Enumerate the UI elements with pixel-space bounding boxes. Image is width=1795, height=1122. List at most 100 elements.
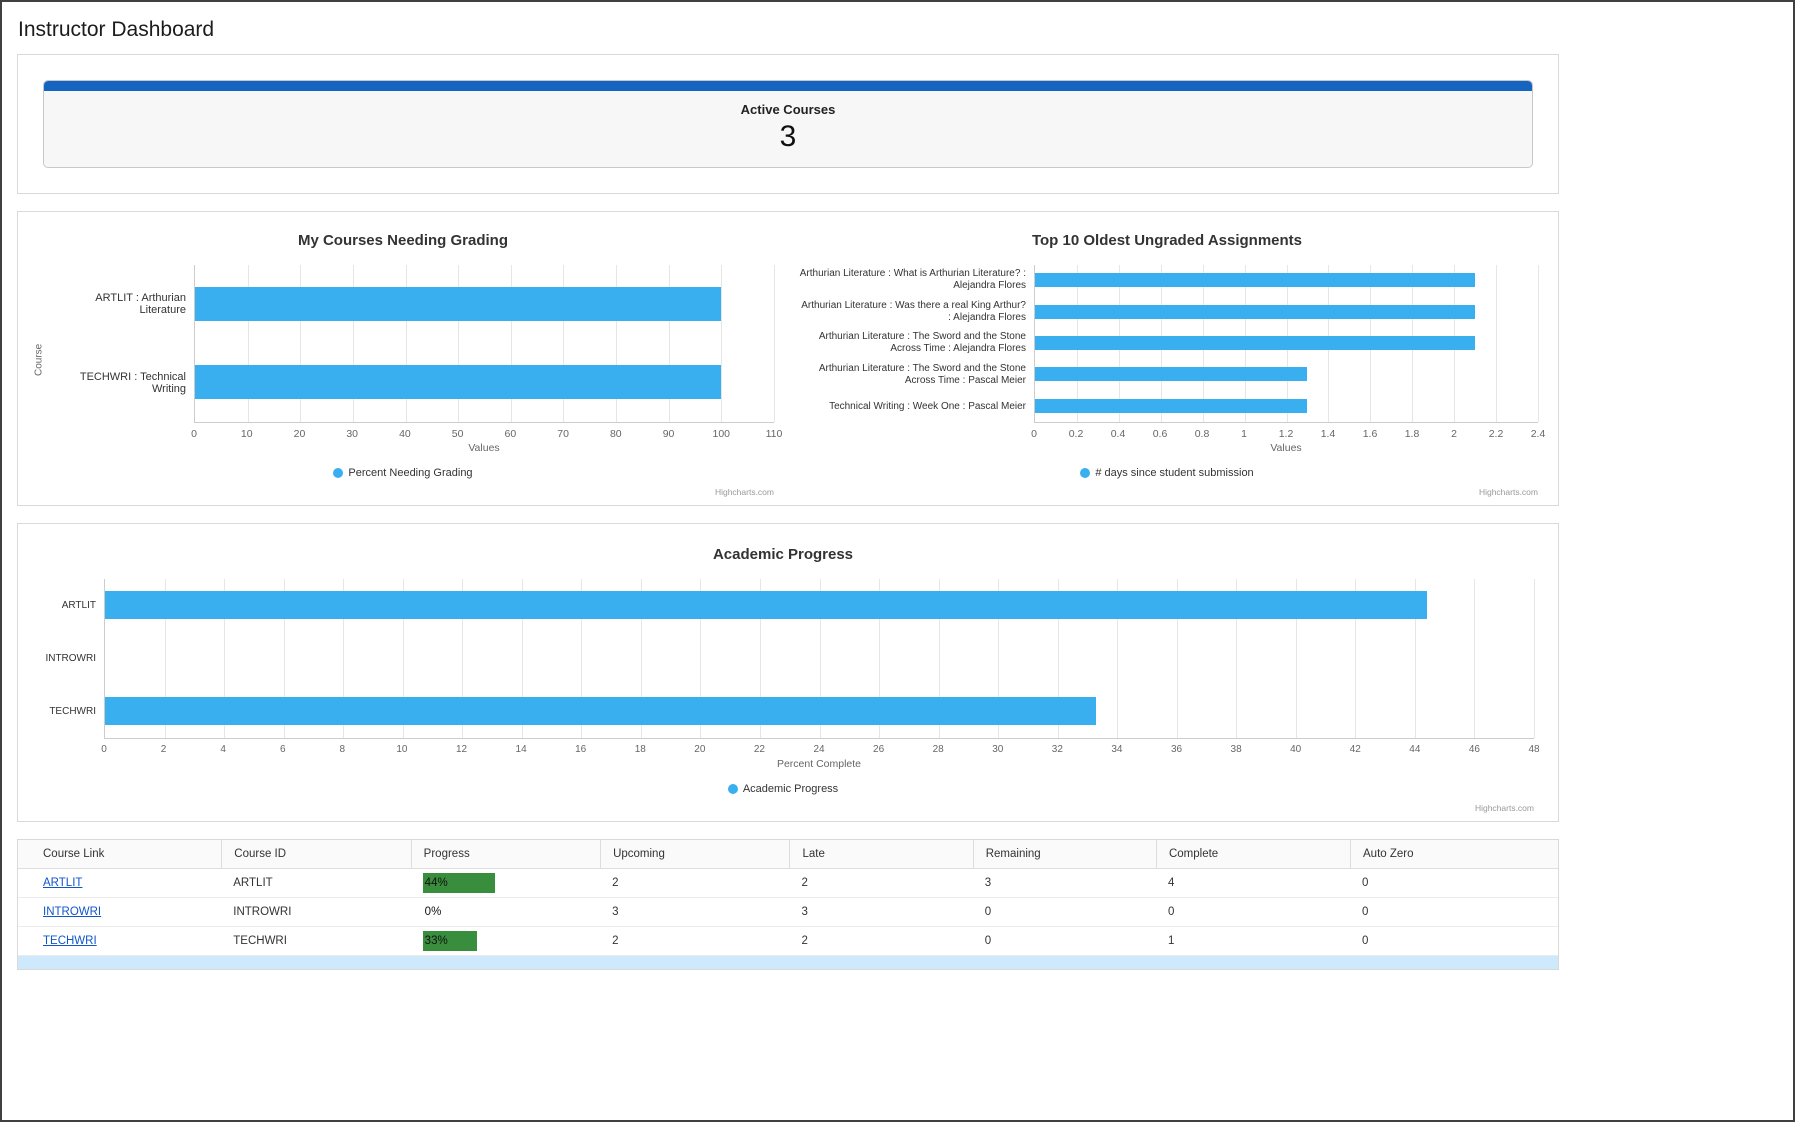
course-link[interactable]: INTROWRI [43, 906, 101, 918]
x-tick-label: 2 [161, 744, 167, 755]
legend-label: Academic Progress [743, 783, 838, 795]
x-tick-label: 42 [1350, 744, 1361, 755]
x-tick-label: 0.6 [1153, 428, 1168, 440]
auto-zero-cell: 0 [1350, 898, 1558, 926]
chart-title: Academic Progress [32, 546, 1534, 563]
highcharts-credits-link[interactable]: Highcharts.com [1475, 803, 1534, 813]
x-tick-label: 20 [294, 428, 306, 440]
legend-item[interactable]: Academic Progress [32, 783, 1534, 795]
column-header-course-link: Course Link [18, 840, 221, 868]
category-label: Arthurian Literature : Was there a real … [796, 296, 1034, 328]
x-tick-label: 0.2 [1069, 428, 1084, 440]
data-bar [195, 365, 721, 399]
legend-label: # days since student submission [1095, 467, 1253, 479]
page-title: Instructor Dashboard [18, 18, 1793, 42]
y-axis-title: Course [32, 265, 46, 454]
x-tick-label: 0.4 [1111, 428, 1126, 440]
legend-item[interactable]: # days since student submission [796, 467, 1538, 479]
x-tick-label: 46 [1469, 744, 1480, 755]
plot-area [1034, 265, 1538, 423]
x-tick-label: 70 [557, 428, 569, 440]
active-courses-card: Active Courses 3 [43, 80, 1533, 168]
instructor-dashboard-page: Instructor Dashboard Active Courses 3 My… [0, 0, 1795, 1122]
x-tick-label: 90 [663, 428, 675, 440]
table-row: ARTLIT ARTLIT 44% 2 2 3 4 0 [18, 869, 1558, 898]
column-header-late: Late [789, 840, 972, 868]
active-courses-accent-bar [44, 81, 1532, 91]
gridline [774, 265, 775, 422]
x-tick-label: 0 [191, 428, 197, 440]
x-tick-label: 32 [1052, 744, 1063, 755]
x-tick-label: 30 [346, 428, 358, 440]
x-tick-label: 40 [1290, 744, 1301, 755]
course-id-cell: TECHWRI [221, 927, 410, 955]
course-link-cell: INTROWRI [18, 898, 221, 926]
category-label: ARTLIT : Arthurian Literature [46, 265, 194, 344]
legend-item[interactable]: Percent Needing Grading [32, 467, 774, 479]
complete-cell: 0 [1156, 898, 1350, 926]
progress-cell: 44% [411, 869, 600, 897]
active-courses-panel: Active Courses 3 [17, 54, 1559, 194]
x-tick-label: 38 [1231, 744, 1242, 755]
x-tick-label: 24 [813, 744, 824, 755]
progress-bar: 33% [423, 931, 590, 951]
data-bar [105, 591, 1427, 619]
data-bar [1035, 399, 1307, 413]
x-tick-label: 16 [575, 744, 586, 755]
column-header-progress: Progress [411, 840, 600, 868]
x-tick-label: 14 [516, 744, 527, 755]
upcoming-cell: 2 [600, 927, 789, 955]
late-cell: 3 [789, 898, 972, 926]
data-bar [1035, 367, 1307, 381]
table-header-row: Course Link Course ID Progress Upcoming … [18, 840, 1558, 869]
x-tick-label: 40 [399, 428, 411, 440]
x-axis: 0102030405060708090100110 [194, 423, 774, 440]
highcharts-credits-link[interactable]: Highcharts.com [1479, 487, 1538, 497]
x-tick-label: 34 [1111, 744, 1122, 755]
column-header-auto-zero: Auto Zero [1350, 840, 1558, 868]
legend-marker-icon [333, 468, 343, 478]
course-id-cell: ARTLIT [221, 869, 410, 897]
category-label: TECHWRI : Technical Writing [46, 344, 194, 423]
course-link-cell: ARTLIT [18, 869, 221, 897]
x-tick-label: 2 [1451, 428, 1457, 440]
x-tick-label: 0 [101, 744, 107, 755]
x-tick-label: 1.2 [1279, 428, 1294, 440]
academic-progress-panel: Academic ProgressARTLITINTROWRITECHWRI02… [17, 523, 1559, 822]
upcoming-cell: 2 [600, 869, 789, 897]
remaining-cell: 0 [973, 898, 1156, 926]
x-tick-label: 1.4 [1321, 428, 1336, 440]
progress-cell: 0% [411, 898, 600, 926]
course-summary-panel: Course Link Course ID Progress Upcoming … [17, 839, 1559, 970]
category-label: Arthurian Literature : The Sword and the… [796, 359, 1034, 391]
plot-area [194, 265, 774, 423]
x-tick-label: 26 [873, 744, 884, 755]
x-tick-label: 12 [456, 744, 467, 755]
x-tick-label: 1.6 [1363, 428, 1378, 440]
progress-value: 0% [425, 906, 442, 918]
x-tick-label: 2.2 [1489, 428, 1504, 440]
highcharts-credits-link[interactable]: Highcharts.com [715, 487, 774, 497]
x-tick-label: 28 [933, 744, 944, 755]
x-tick-label: 44 [1409, 744, 1420, 755]
x-tick-label: 2.4 [1531, 428, 1546, 440]
x-tick-label: 10 [396, 744, 407, 755]
x-tick-label: 8 [340, 744, 346, 755]
data-bar [195, 287, 721, 321]
progress-bar: 0% [423, 902, 590, 922]
x-tick-label: 60 [505, 428, 517, 440]
grading-charts-panel: My Courses Needing GradingCourseARTLIT :… [17, 211, 1559, 506]
data-bar [1035, 336, 1475, 350]
data-bar [1035, 273, 1475, 287]
course-link[interactable]: TECHWRI [43, 935, 97, 947]
x-tick-label: 100 [713, 428, 731, 440]
x-axis-title: Percent Complete [104, 758, 1534, 770]
auto-zero-cell: 0 [1350, 927, 1558, 955]
x-tick-label: 1.8 [1405, 428, 1420, 440]
x-tick-label: 4 [220, 744, 226, 755]
data-bar [1035, 305, 1475, 319]
upcoming-cell: 3 [600, 898, 789, 926]
course-link[interactable]: ARTLIT [43, 877, 82, 889]
progress-bar: 44% [423, 873, 590, 893]
legend-marker-icon [1080, 468, 1090, 478]
